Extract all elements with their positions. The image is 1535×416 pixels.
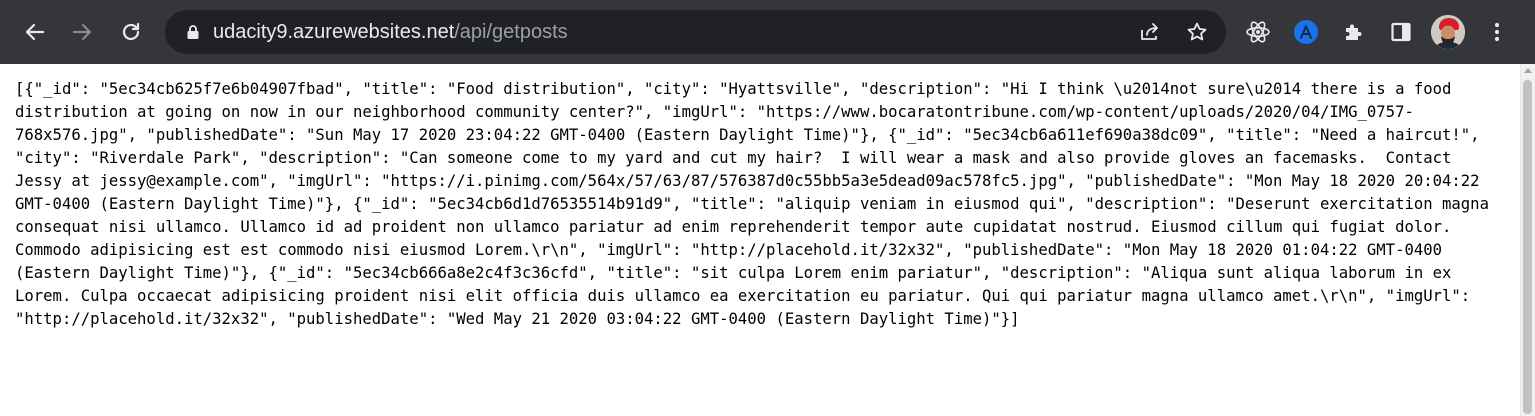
reload-icon (122, 22, 140, 41)
back-arrow-icon (25, 23, 45, 41)
address-bar[interactable]: udacity9.azurewebsites.net/api/getposts (165, 10, 1226, 54)
url-path: /api/getposts (454, 21, 568, 43)
url-text[interactable]: udacity9.azurewebsites.net/api/getposts (213, 20, 568, 44)
reload-button[interactable] (113, 14, 149, 50)
forward-arrow-icon (72, 23, 92, 41)
star-icon[interactable] (1185, 20, 1209, 44)
react-devtools-icon (1246, 21, 1270, 43)
browser-menu-button[interactable] (1481, 16, 1513, 48)
page-content: [{"_id": "5ec34cb625f7e6b04907fbad", "ti… (0, 64, 1520, 416)
react-devtools-button[interactable] (1242, 16, 1274, 48)
scroll-up-arrow-icon[interactable] (1524, 68, 1532, 73)
forward-button[interactable] (64, 14, 100, 50)
back-button[interactable] (17, 14, 53, 50)
kebab-menu-icon (1494, 22, 1500, 42)
profile-photo (1431, 15, 1465, 49)
avatar[interactable] (1431, 15, 1465, 49)
scroll-thumb[interactable] (1523, 80, 1532, 414)
translate-extension-button[interactable] (1290, 16, 1322, 48)
browser-toolbar: udacity9.azurewebsites.net/api/getposts (0, 0, 1535, 64)
vertical-scrollbar[interactable] (1520, 64, 1535, 416)
share-icon[interactable] (1138, 20, 1162, 44)
url-host: udacity9.azurewebsites.net (213, 21, 455, 43)
translate-extension-icon (1294, 20, 1318, 44)
json-response-text: [{"_id": "5ec34cb625f7e6b04907fbad", "ti… (15, 80, 1499, 328)
side-panel-button[interactable] (1385, 16, 1417, 48)
lock-icon[interactable] (185, 24, 201, 40)
extensions-button[interactable] (1338, 16, 1370, 48)
puzzle-icon (1346, 24, 1362, 40)
side-panel-icon (1391, 22, 1411, 42)
